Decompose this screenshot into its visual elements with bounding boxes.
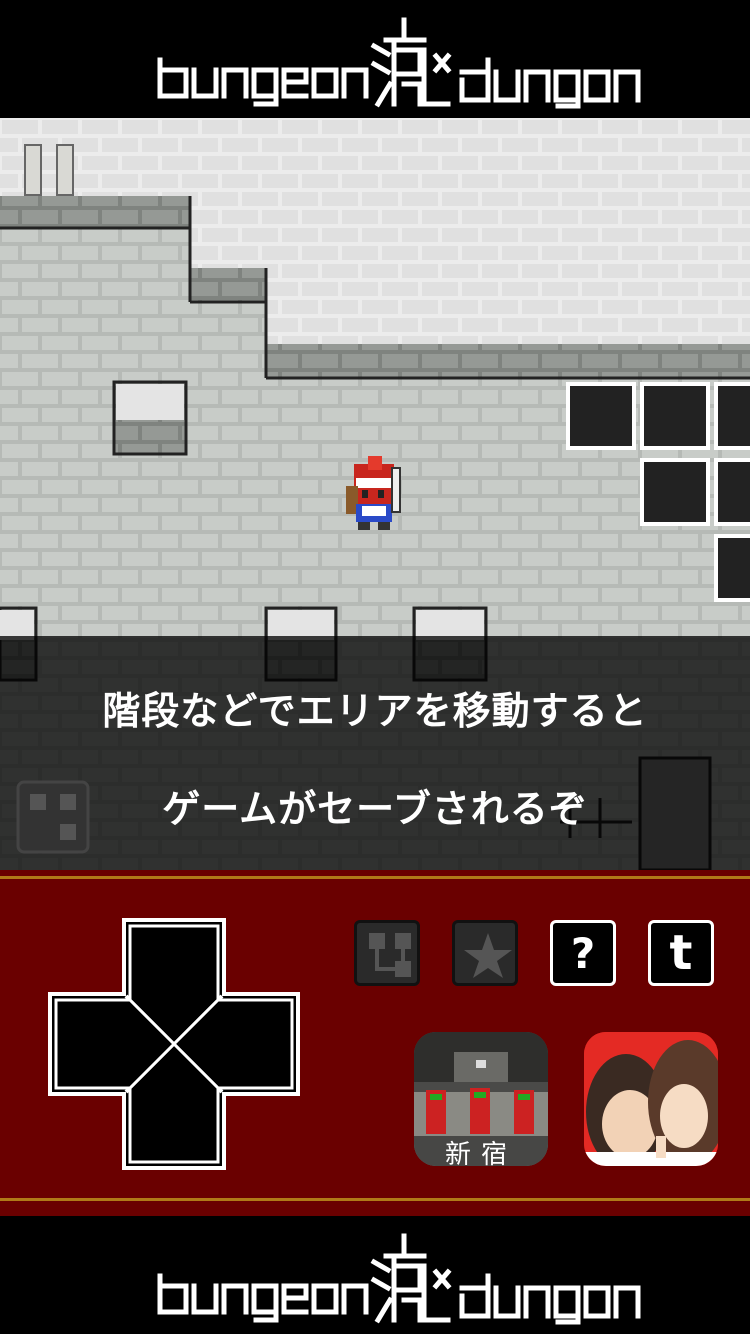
star-icon xyxy=(464,933,512,978)
caption-line-1: 階段などでエリアを移動すると xyxy=(102,689,648,733)
tutorial-caption: 階段などでエリアを移動すると ゲームがセーブされるぞ xyxy=(0,636,750,870)
pause-bar-right xyxy=(56,144,74,196)
help-button[interactable]: ? xyxy=(550,920,616,986)
dungeon-logo xyxy=(157,1233,641,1325)
favorite-button[interactable] xyxy=(452,920,518,986)
panel-top-border xyxy=(0,876,750,879)
game-viewport[interactable]: 階段などでエリアを移動すると ゲームがセーブされるぞ xyxy=(0,118,750,870)
twitter-label: t xyxy=(669,925,693,981)
map-button[interactable] xyxy=(354,920,420,986)
hero-character xyxy=(346,456,401,530)
dpad[interactable] xyxy=(46,916,302,1172)
twitter-button[interactable]: t xyxy=(648,920,714,986)
promo-caption: 新宿 xyxy=(444,1140,517,1166)
map-icon xyxy=(369,933,411,977)
pause-button[interactable] xyxy=(24,144,74,196)
promo-shinjuku-station-game[interactable]: 新宿 xyxy=(414,1032,548,1166)
pause-bar-left xyxy=(24,144,42,196)
panel-bottom-border xyxy=(0,1198,750,1201)
dungeon-logo xyxy=(157,17,641,109)
help-label: ? xyxy=(570,929,596,978)
promo-romance-game[interactable] xyxy=(584,1032,718,1166)
control-panel: ? t 新宿 xyxy=(0,870,750,1216)
caption-line-2: ゲームがセーブされるぞ xyxy=(162,787,588,831)
top-banner-ad[interactable] xyxy=(0,0,750,118)
bottom-banner-ad[interactable] xyxy=(0,1216,750,1334)
anime-couple-image xyxy=(584,1032,718,1166)
